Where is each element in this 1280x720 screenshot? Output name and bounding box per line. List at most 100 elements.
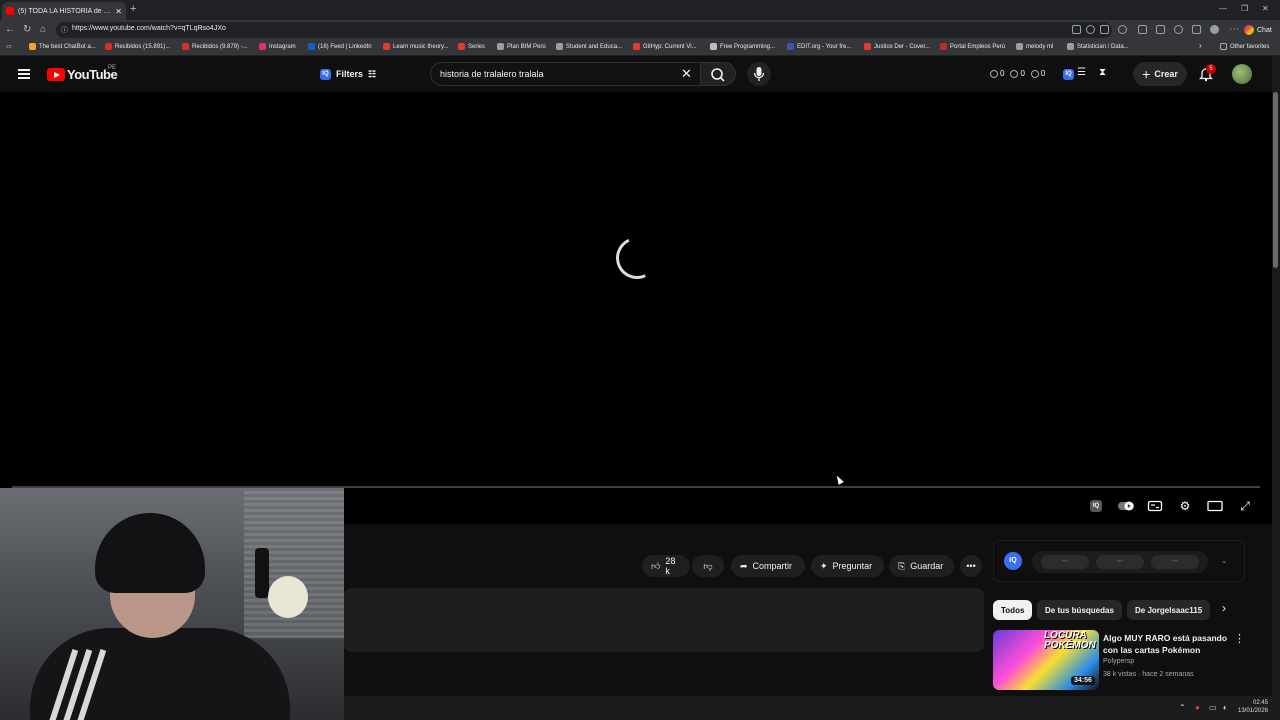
tray-volume-icon[interactable]: ◖ xyxy=(1222,703,1227,712)
tab-close-icon[interactable]: ✕ xyxy=(115,7,122,16)
ask-button[interactable]: ✦ Preguntar xyxy=(811,555,884,577)
player-iq-icon[interactable]: IQ xyxy=(1090,500,1102,512)
bookmark-item[interactable]: Portal Empleos Perú xyxy=(940,43,1005,50)
recommended-video-title[interactable]: Algo MUY RARO está pasando con las carta… xyxy=(1103,632,1233,656)
hourglass-icon[interactable]: ⧗ xyxy=(1099,67,1106,78)
menu-icon[interactable] xyxy=(18,69,30,79)
url-text[interactable]: https://www.youtube.com/watch?v=qTLqRso4… xyxy=(72,25,226,32)
bookmark-item[interactable]: Plan BIM Perú xyxy=(497,43,546,50)
site-info-icon[interactable]: ⓘ xyxy=(61,25,68,37)
bookmark-item[interactable]: Recibidos (9.879) -... xyxy=(182,43,248,50)
extensions-icon[interactable] xyxy=(1118,25,1127,34)
youtube-logo-icon[interactable] xyxy=(47,68,65,81)
minimize-icon[interactable]: — xyxy=(1219,4,1227,13)
video-description-box[interactable] xyxy=(344,588,984,652)
extension-counters: 0 0 0 xyxy=(990,69,1045,78)
iq-extension-icon[interactable]: IQ xyxy=(1063,69,1074,80)
other-favorites[interactable]: Other favorites xyxy=(1220,43,1269,50)
video-duration: 34:56 xyxy=(1071,676,1095,685)
chevron-right-icon[interactable]: › xyxy=(1222,601,1226,615)
home-icon[interactable]: ⌂ xyxy=(40,24,46,36)
tray-chevron-icon[interactable]: ⌃ xyxy=(1179,703,1186,712)
iq-logo-icon[interactable]: IQ xyxy=(1004,552,1022,570)
history-icon[interactable] xyxy=(1174,25,1183,34)
bookmarks-overflow-icon[interactable]: › xyxy=(1199,41,1202,50)
bookmark-item[interactable]: Statistician / Data... xyxy=(1067,43,1129,50)
back-icon[interactable]: ← xyxy=(5,24,15,36)
bookmark-favicon-icon xyxy=(308,43,315,50)
bookmark-item[interactable]: Recibidos (15.891)... xyxy=(105,43,170,50)
favorite-star-icon[interactable] xyxy=(1100,25,1109,34)
person-hair xyxy=(95,513,205,593)
recommended-channel[interactable]: Polypersp xyxy=(1103,658,1134,665)
autoplay-toggle[interactable] xyxy=(1117,498,1134,514)
copilot-chat-button[interactable]: Chat xyxy=(1244,23,1272,37)
webcam-overlay xyxy=(0,488,344,720)
maximize-icon[interactable]: ❐ xyxy=(1241,4,1248,13)
chip-from-channel[interactable]: De Jorgelsaac115 xyxy=(1127,600,1211,620)
bookmark-icon: ⎘ xyxy=(898,560,906,571)
settings-gear-icon[interactable]: ⚙ xyxy=(1177,498,1193,514)
search-query[interactable]: historia de tralalero tralala xyxy=(440,69,544,79)
zoom-icon[interactable] xyxy=(1086,25,1095,34)
bookmark-label: Free Programming... xyxy=(720,43,776,50)
youtube-favicon-icon xyxy=(6,7,14,15)
save-button[interactable]: ⎘ Guardar xyxy=(889,555,954,577)
fullscreen-icon[interactable]: ⤢ xyxy=(1237,498,1253,514)
more-actions-button[interactable]: ••• xyxy=(960,555,982,577)
dislike-button[interactable]: 👎︎ xyxy=(692,555,724,577)
profile-icon[interactable] xyxy=(1210,25,1219,34)
bookmark-item[interactable]: (16) Feed | LinkedIn xyxy=(308,43,372,50)
like-button[interactable]: 👍︎ 28 k xyxy=(642,555,690,577)
split-screen-icon[interactable] xyxy=(1138,25,1147,34)
app-install-icon[interactable] xyxy=(1072,25,1081,34)
new-tab-icon[interactable]: + xyxy=(130,3,136,15)
chip-from-searches[interactable]: De tus búsquedas xyxy=(1037,600,1122,620)
create-button[interactable]: + Crear xyxy=(1133,62,1187,86)
notification-count-badge: 5 xyxy=(1206,64,1216,74)
bookmark-item[interactable]: Series xyxy=(458,43,485,50)
search-button[interactable] xyxy=(700,62,736,86)
queue-icon[interactable]: ☰ xyxy=(1077,67,1086,78)
bookmark-item[interactable]: The best ChatBot a... xyxy=(29,43,96,50)
bookmark-item[interactable]: Free Programming... xyxy=(710,43,775,50)
bookmark-item[interactable]: Learn music theory... xyxy=(383,43,449,50)
share-button[interactable]: ➦ Compartir xyxy=(731,555,805,577)
sidebar-toggle-icon[interactable]: ▭ xyxy=(6,43,12,50)
bookmark-item[interactable]: Justice Der - Cover... xyxy=(864,43,930,50)
bookmark-item[interactable]: melody ml xyxy=(1016,43,1053,50)
page-scrollbar-thumb[interactable] xyxy=(1273,92,1278,268)
taskbar-clock[interactable]: 02:45 13/01/2026 xyxy=(1238,699,1268,715)
tray-mic-icon[interactable]: ● xyxy=(1195,703,1200,712)
iq-chip[interactable]: ••• xyxy=(1150,555,1199,569)
more-menu-icon[interactable]: ⋯ xyxy=(1229,24,1239,36)
chip-all[interactable]: Todos xyxy=(993,600,1033,620)
voice-search-button[interactable] xyxy=(747,62,771,86)
chevron-down-icon[interactable]: ⌄ xyxy=(1221,556,1228,565)
video-player[interactable] xyxy=(0,92,1272,524)
bookmark-item[interactable]: EDIT.org - Your fre... xyxy=(787,43,851,50)
clock-time: 02:45 xyxy=(1253,700,1269,706)
bookmark-favicon-icon xyxy=(383,43,390,50)
recommended-meta: 38 k vistas · hace 2 semanas xyxy=(1103,671,1194,678)
tray-network-icon[interactable]: ▭ xyxy=(1209,703,1217,712)
subtitles-icon[interactable] xyxy=(1147,498,1163,514)
iq-chip[interactable]: ••• xyxy=(1095,555,1144,569)
theater-mode-icon[interactable] xyxy=(1207,498,1223,514)
favorites-icon[interactable] xyxy=(1156,25,1165,34)
reload-icon[interactable]: ↻ xyxy=(23,24,31,36)
close-window-icon[interactable]: ✕ xyxy=(1262,4,1269,13)
clear-search-icon[interactable]: ✕ xyxy=(681,66,692,82)
bookmark-item[interactable]: Instagram xyxy=(259,43,296,50)
filters-button[interactable]: IQ Filters ☷ xyxy=(316,63,380,85)
thumbnail-text: LOCURA POKÉMON xyxy=(1044,630,1096,651)
account-avatar[interactable] xyxy=(1232,64,1252,84)
iq-chip[interactable]: ••• xyxy=(1041,555,1090,569)
bookmark-item[interactable]: Student and Educa... xyxy=(556,43,622,50)
tab-title: (5) TODA LA HISTORIA de TRALALERO xyxy=(18,7,113,15)
bookmark-item[interactable]: GitHyp: Current Vi... xyxy=(633,43,697,50)
bookmark-favicon-icon xyxy=(182,43,189,50)
downloads-icon[interactable] xyxy=(1192,25,1201,34)
more-vertical-icon[interactable]: ⋮ xyxy=(1234,632,1245,645)
browser-tab[interactable]: (5) TODA LA HISTORIA de TRALALERO ✕ xyxy=(2,2,126,20)
